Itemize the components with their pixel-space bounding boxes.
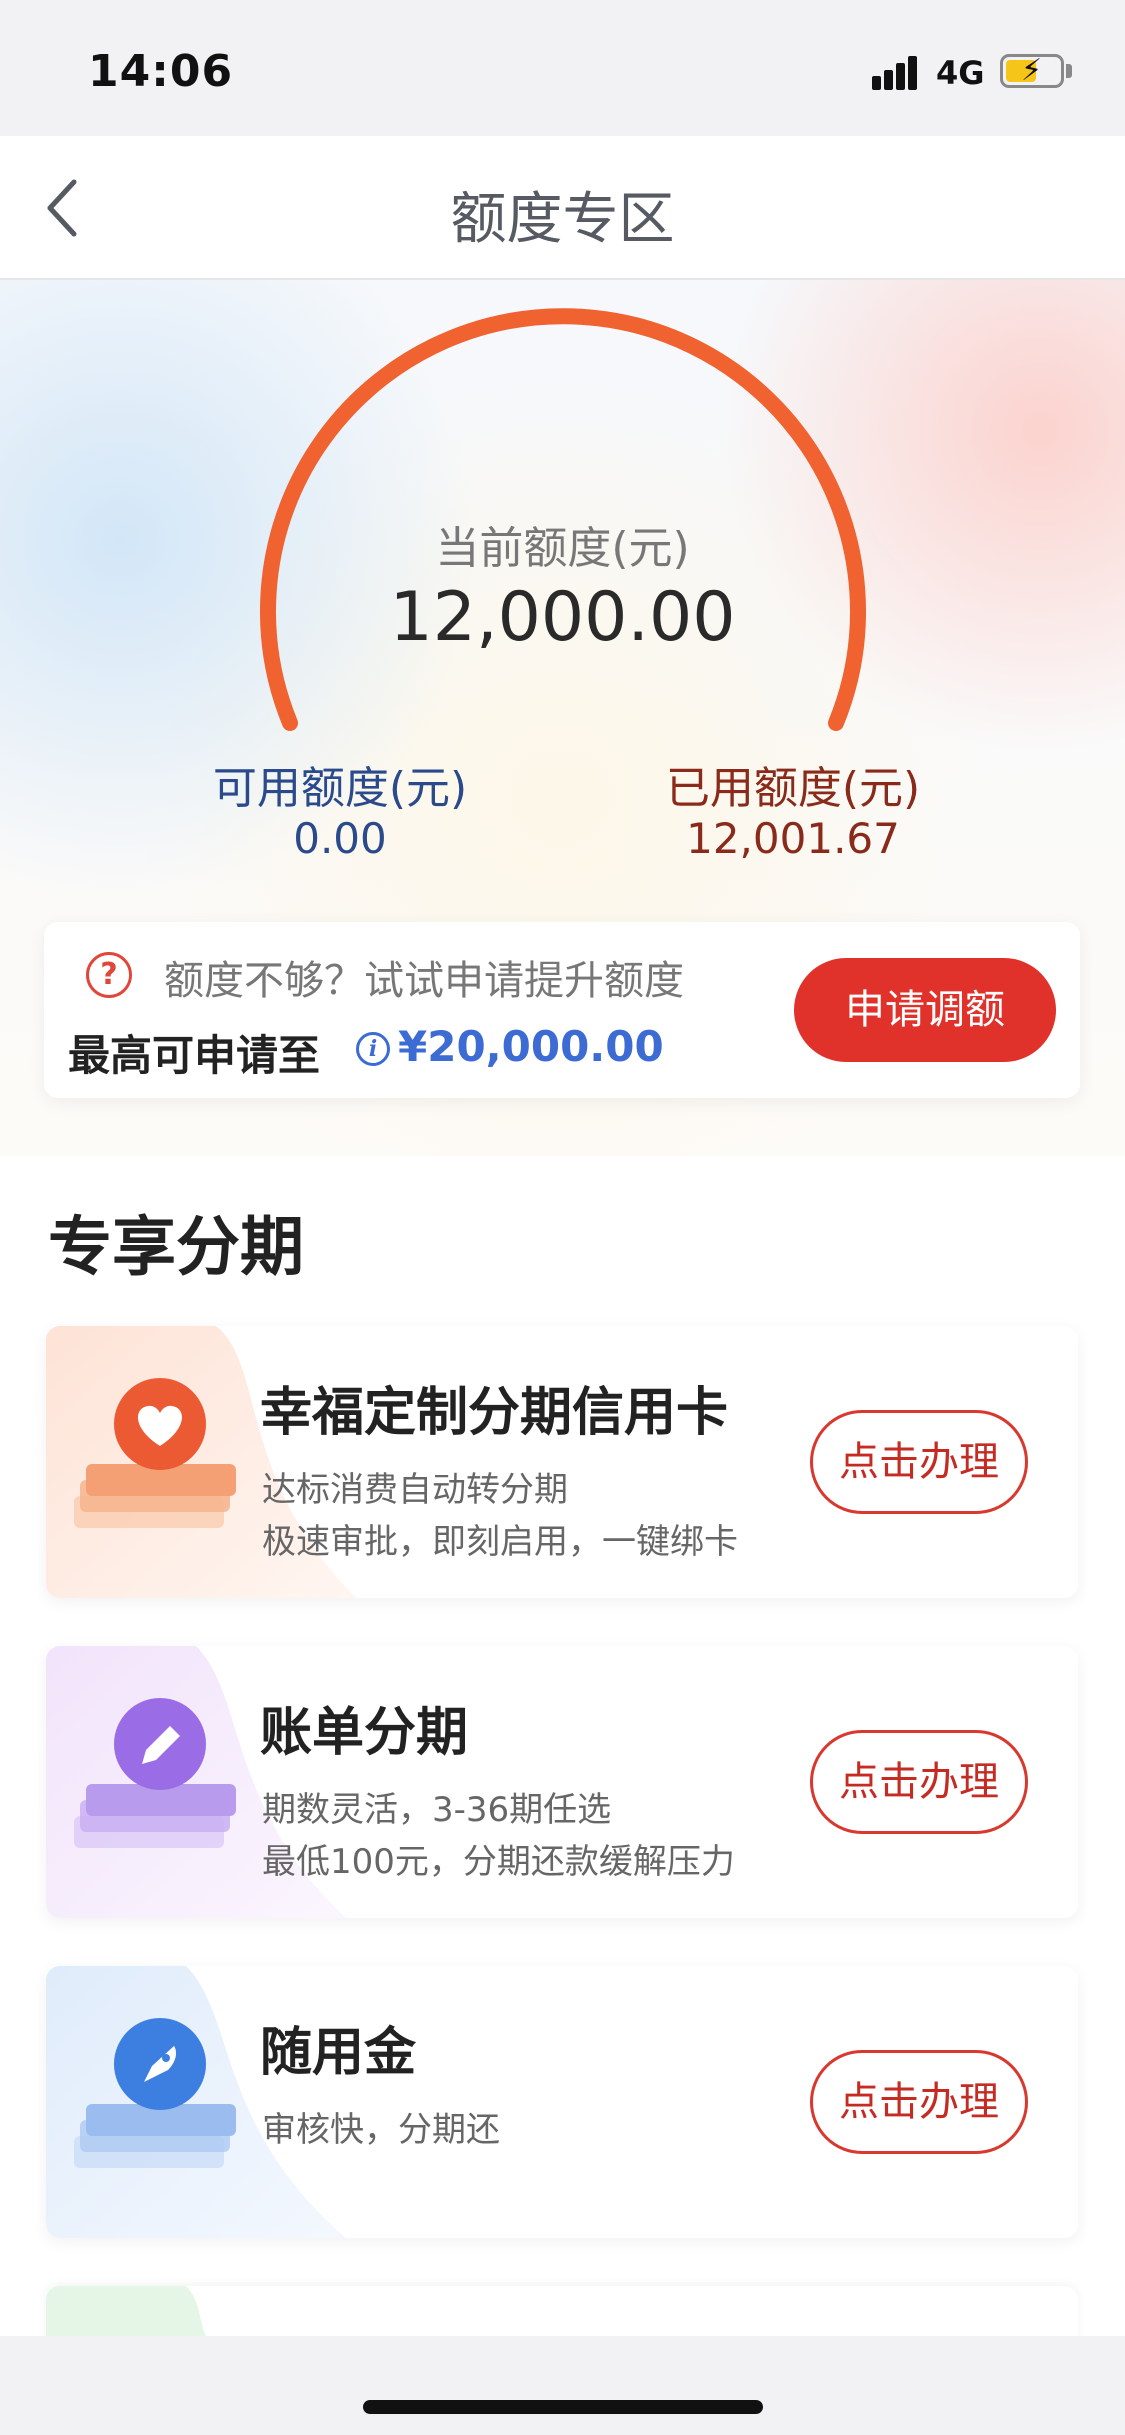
card-desc-1: 审核快，分期还 <box>262 2110 500 2150</box>
apply-adjust-button[interactable]: 申请调额 <box>794 958 1056 1062</box>
card-desc-1: 期数灵活，3-36期任选 <box>262 1790 612 1830</box>
home-area <box>0 2336 1125 2435</box>
available-credit-value: 0.00 <box>293 814 387 863</box>
card-desc-1: 达标消费自动转分期 <box>262 1470 568 1510</box>
signal-icon <box>872 54 924 90</box>
question-icon: ? <box>86 952 132 998</box>
used-credit-label: 已用额度(元) <box>665 763 921 814</box>
section-title: 专享分期 <box>48 1211 304 1285</box>
apply-now-button[interactable]: 点击办理 <box>810 1410 1028 1514</box>
installment-card-happiness[interactable]: 幸福定制分期信用卡 达标消费自动转分期 极速审批，即刻启用，一键绑卡 点击办理 <box>46 1326 1078 1598</box>
home-indicator[interactable] <box>363 2400 763 2414</box>
current-credit-label: 当前额度(元) <box>435 523 690 574</box>
card-desc-2: 极速审批，即刻启用，一键绑卡 <box>262 1522 738 1562</box>
apply-now-button[interactable]: 点击办理 <box>810 2050 1028 2154</box>
raise-limit-card: ? 额度不够？试试申请提升额度 最高可申请至 i ¥20,000.00 申请调额 <box>44 922 1080 1098</box>
battery-cap <box>1066 64 1072 78</box>
page-title: 额度专区 <box>450 187 675 252</box>
apply-now-button[interactable]: 点击办理 <box>810 1730 1028 1834</box>
pencil-icon <box>74 1698 236 1848</box>
used-credit-value: 12,001.67 <box>686 814 900 863</box>
status-bar: 14:06 4G ⚡ <box>0 0 1125 136</box>
card-title: 账单分期 <box>260 1703 469 1763</box>
card-title: 幸福定制分期信用卡 <box>260 1383 729 1443</box>
current-credit-value: 12,000.00 <box>389 578 736 657</box>
installment-section: 专享分期 幸福定制分期信用卡 达标消费自动转分期 极速审批，即刻启用，一键绑卡 … <box>0 1156 1125 2346</box>
max-limit-amount: ¥20,000.00 <box>398 1022 664 1071</box>
card-title: 随用金 <box>260 2023 417 2083</box>
installment-card-cash[interactable]: 随用金 审核快，分期还 点击办理 <box>46 1966 1078 2238</box>
battery-charging-icon: ⚡ <box>1000 53 1064 88</box>
credit-hero: 当前额度(元) 12,000.00 可用额度(元) 0.00 已用额度(元) 1… <box>0 280 1125 1156</box>
heart-icon <box>74 1378 236 1528</box>
network-type: 4G <box>936 54 985 92</box>
card-desc-2: 最低100元，分期还款缓解压力 <box>262 1842 735 1882</box>
installment-card-bill[interactable]: 账单分期 期数灵活，3-36期任选 最低100元，分期还款缓解压力 点击办理 <box>46 1646 1078 1918</box>
nav-bar: 额度专区 <box>0 136 1125 280</box>
max-limit-label: 最高可申请至 <box>68 1031 321 1080</box>
status-time: 14:06 <box>88 46 234 97</box>
available-credit-label: 可用额度(元) <box>212 763 468 814</box>
rocket-icon <box>74 2018 236 2168</box>
info-icon[interactable]: i <box>356 1032 390 1066</box>
raise-limit-prompt: 额度不够？试试申请提升额度 <box>164 958 684 1004</box>
